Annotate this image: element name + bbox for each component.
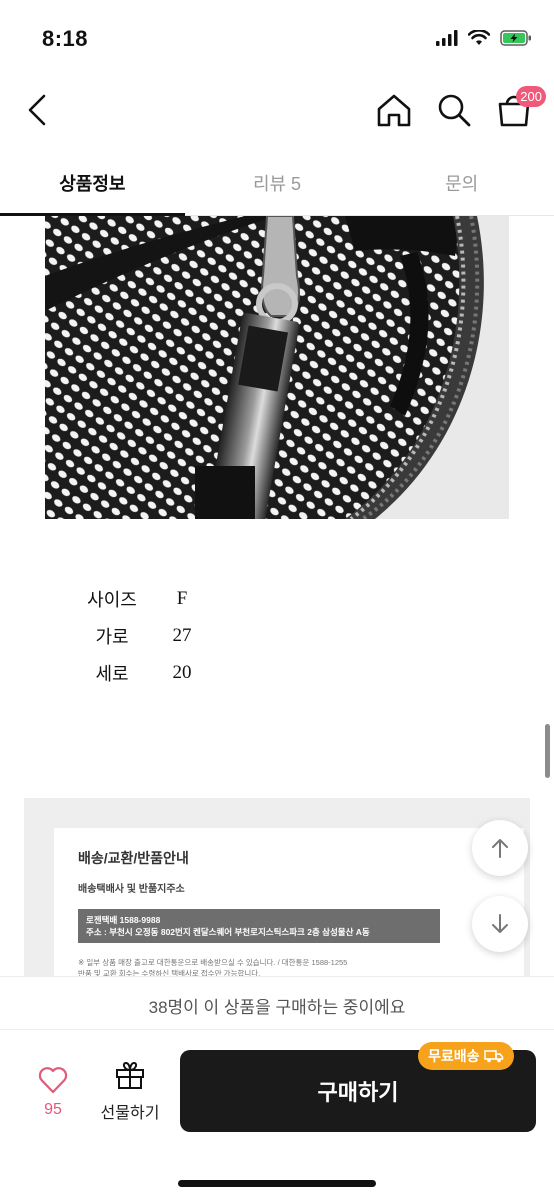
nav-actions: 200 <box>374 86 546 130</box>
chevron-left-icon <box>28 94 46 126</box>
like-button[interactable]: 95 <box>30 1066 76 1119</box>
arrow-up-icon <box>492 839 508 858</box>
courier-line: 로젠택배 1588-9988 <box>86 915 161 925</box>
size-table: 사이즈 F 가로 27 세로 20 <box>62 580 202 691</box>
width-label: 가로 <box>95 626 129 648</box>
bottom-action-bar: 95 선물하기 구매하기 무료배송 <box>0 1030 554 1200</box>
shipping-note-line: ※ 일부 상품 매장 출고로 대한통운으로 배송받으실 수 있습니다. / 대한… <box>78 958 348 967</box>
home-icon <box>377 94 411 127</box>
shipping-info-section: 배송/교환/반품안내 배송택배사 및 반품지주소 로젠택배 1588-9988 … <box>24 798 530 976</box>
top-nav: 200 <box>0 80 554 146</box>
battery-icon <box>500 30 532 51</box>
width-row: 가로 27 <box>62 617 202 654</box>
cart-count-badge: 200 <box>516 86 546 107</box>
product-photo <box>45 216 509 519</box>
height-value: 20 <box>172 661 192 683</box>
like-count: 95 <box>44 1101 62 1118</box>
shipping-info-card: 배송/교환/반품안내 배송택배사 및 반품지주소 로젠택배 1588-9988 … <box>54 828 524 976</box>
width-value: 27 <box>172 624 192 646</box>
heart-icon <box>38 1067 68 1094</box>
tab-inquiry[interactable]: 문의 <box>369 150 554 215</box>
tab-product-info[interactable]: 상품정보 <box>0 150 185 216</box>
shipping-title: 배송/교환/반품안내 <box>78 850 189 866</box>
home-button[interactable] <box>374 90 414 130</box>
signal-icon <box>436 30 458 51</box>
home-indicator <box>178 1180 376 1187</box>
courier-info-box: 로젠택배 1588-9988 주소 : 부천시 오정동 802번지 켄달스퀘어 … <box>78 909 440 943</box>
size-label: 사이즈 <box>87 589 137 611</box>
gift-button[interactable]: 선물하기 <box>96 1060 164 1123</box>
tab-reviews[interactable]: 리뷰 5 <box>185 150 370 215</box>
free-shipping-badge: 무료배송 <box>418 1042 514 1070</box>
search-button[interactable] <box>434 90 474 130</box>
size-row: 사이즈 F <box>62 580 202 617</box>
size-value: F <box>176 587 188 609</box>
address-line: 주소 : 부천시 오정동 802번지 켄달스퀘어 부천로지스틱스파크 2층 삼성… <box>86 927 370 937</box>
gift-icon <box>116 1061 144 1089</box>
height-row: 세로 20 <box>62 654 202 691</box>
product-tabs: 상품정보 리뷰 5 문의 <box>0 150 554 216</box>
shipping-note-line: 반품 및 교환 회수는 수령하신 택배사로 접수만 가능합니다. <box>78 969 261 976</box>
scroll-up-button[interactable] <box>472 820 528 876</box>
free-shipping-label: 무료배송 <box>428 1048 480 1064</box>
arrow-down-icon <box>492 914 508 933</box>
wifi-icon <box>467 29 491 51</box>
status-time: 8:18 <box>42 26 89 51</box>
gift-label: 선물하기 <box>100 1105 160 1122</box>
scrollbar[interactable] <box>545 724 550 778</box>
search-icon <box>438 94 471 127</box>
shipping-note: ※ 일부 상품 매장 출고로 대한통운으로 배송받으실 수 있습니다. / 대한… <box>78 957 524 976</box>
shipping-subtitle: 배송택배사 및 반품지주소 <box>78 884 185 895</box>
height-label: 세로 <box>95 663 129 685</box>
status-bar: 8:18 <box>0 0 554 80</box>
back-button[interactable] <box>20 90 60 130</box>
mesh-bag-image <box>45 216 509 519</box>
buying-now-banner: 38명이 이 상품을 구매하는 중이에요 <box>0 976 554 1030</box>
cart-button[interactable]: 200 <box>494 86 546 130</box>
status-icons <box>436 29 532 51</box>
truck-icon <box>483 1050 503 1063</box>
scroll-down-button[interactable] <box>472 896 528 952</box>
